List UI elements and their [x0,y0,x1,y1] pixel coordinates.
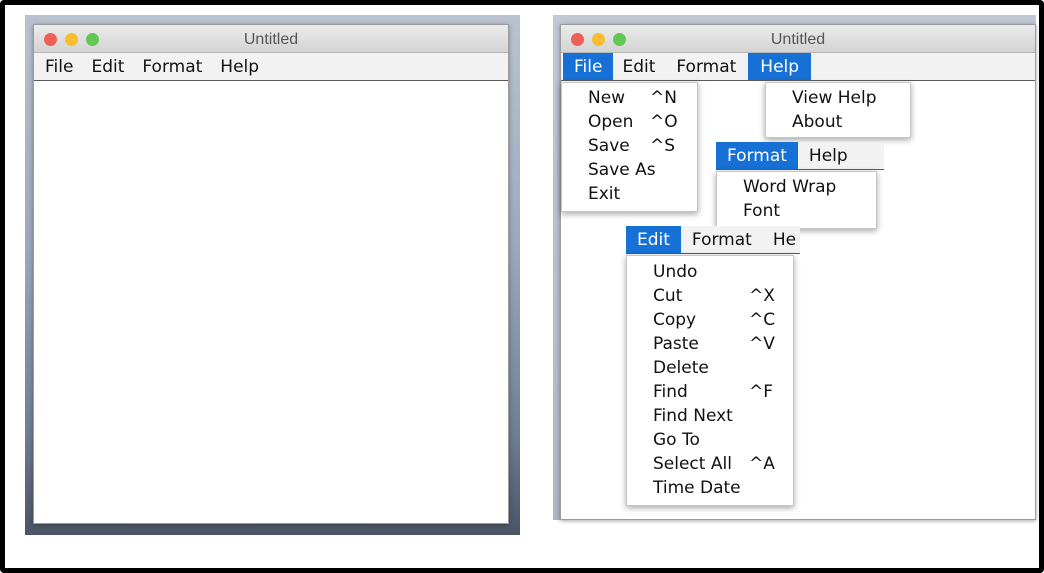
text-editor-area[interactable] [34,81,508,523]
menu-item-paste[interactable]: Paste ^V [627,333,793,357]
menu-format[interactable]: Format [664,53,748,80]
menu-item-exit[interactable]: Exit [562,183,697,207]
menu-item-view-help[interactable]: View Help [766,87,910,111]
menu-help[interactable]: Help [211,53,268,80]
menu-item-select-all[interactable]: Select All ^A [627,453,793,477]
left-title-bar[interactable]: Untitled [34,25,508,53]
help-menu-dropdown: View Help About [765,82,911,138]
menu-item-new[interactable]: New ^N [562,87,697,111]
menu-edit[interactable]: Edit [613,53,664,80]
edit-menu-dropdown: Undo Cut ^X Copy ^C Paste ^V Delete Find… [626,255,794,506]
menu-item-time-date[interactable]: Time Date [627,477,793,501]
window-title: Untitled [243,31,299,48]
menu-help-partial[interactable]: He [763,226,796,253]
menu-item-go-to[interactable]: Go To [627,429,793,453]
left-menu-bar: File Edit Format Help [34,53,508,81]
menu-item-cut[interactable]: Cut ^X [627,285,793,309]
right-title-bar[interactable]: Untitled [561,25,1035,53]
menu-item-find[interactable]: Find ^F [627,381,793,405]
menu-help[interactable]: Help [798,142,859,169]
menu-edit[interactable]: Edit [626,226,681,253]
menu-item-undo[interactable]: Undo [627,261,793,285]
file-menu-dropdown: New ^N Open ^O Save ^S Save As Exit [561,82,698,212]
menu-item-font[interactable]: Font [717,200,876,224]
menu-edit[interactable]: Edit [82,53,133,80]
menu-item-about[interactable]: About [766,111,910,135]
menu-item-copy[interactable]: Copy ^C [627,309,793,333]
menu-item-word-wrap[interactable]: Word Wrap [717,176,876,200]
menu-item-open[interactable]: Open ^O [562,111,697,135]
edit-menu-bar-snippet: Edit Format He [626,226,800,254]
menu-item-save-as[interactable]: Save As [562,159,697,183]
menu-format[interactable]: Format [133,53,211,80]
left-notepad-window: Untitled File Edit Format Help [33,24,509,524]
menu-item-find-next[interactable]: Find Next [627,405,793,429]
menu-item-save[interactable]: Save ^S [562,135,697,159]
menu-format[interactable]: Format [681,226,763,253]
menu-help[interactable]: Help [748,53,812,80]
menu-item-delete[interactable]: Delete [627,357,793,381]
menu-format[interactable]: Format [716,142,798,169]
right-menu-bar: File Edit Format Help [561,53,1035,81]
window-title: Untitled [770,31,826,48]
format-menu-dropdown: Word Wrap Font [716,171,877,229]
menu-file[interactable]: File [36,53,82,80]
menu-file[interactable]: File [563,53,614,80]
format-menu-bar-snippet: Format Help [716,142,884,170]
